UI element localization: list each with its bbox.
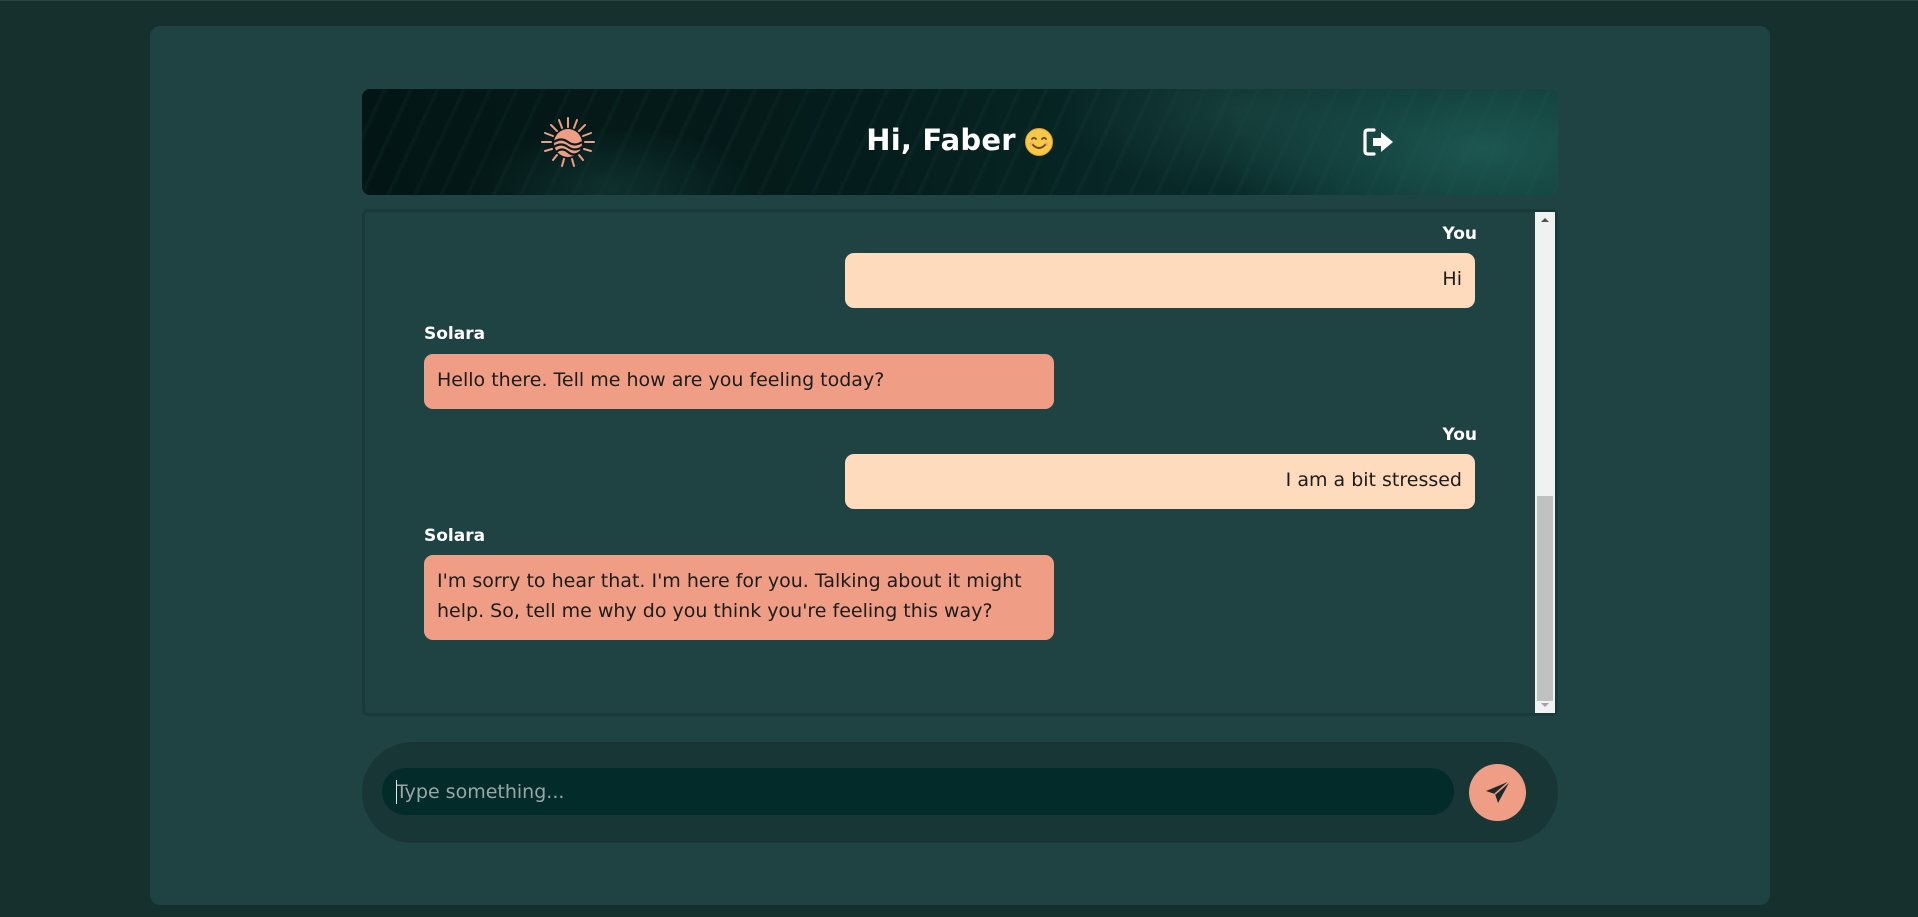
bot-message-bubble: Hello there. Tell me how are you feeling…	[424, 354, 1054, 409]
sender-label: You	[1442, 425, 1477, 445]
chat-messages[interactable]: You Hi Solara Hello there. Tell me how a…	[362, 209, 1558, 716]
sender-label: Solara	[424, 324, 486, 344]
scrollbar[interactable]	[1535, 212, 1555, 713]
text-caret	[396, 780, 397, 804]
scroll-up-arrow-icon[interactable]	[1535, 212, 1555, 228]
paper-plane-icon	[1485, 779, 1511, 803]
scrollbar-thumb[interactable]	[1537, 496, 1553, 701]
message-composer	[362, 742, 1558, 843]
message-input[interactable]	[382, 768, 1454, 815]
logout-icon[interactable]	[1362, 127, 1396, 157]
top-border	[0, 0, 1918, 1]
user-message-bubble: I am a bit stressed	[845, 454, 1475, 509]
chat-header: Hi, Faber	[362, 89, 1558, 195]
scroll-down-arrow-icon[interactable]	[1535, 697, 1555, 713]
greeting-text: Hi, Faber	[866, 123, 1016, 157]
bot-message-bubble: I'm sorry to hear that. I'm here for you…	[424, 555, 1054, 640]
sender-label: Solara	[424, 526, 486, 546]
send-button[interactable]	[1469, 764, 1526, 821]
smiling-face-icon	[1024, 128, 1053, 156]
sender-label: You	[1442, 224, 1477, 244]
user-message-bubble: Hi	[845, 253, 1475, 308]
